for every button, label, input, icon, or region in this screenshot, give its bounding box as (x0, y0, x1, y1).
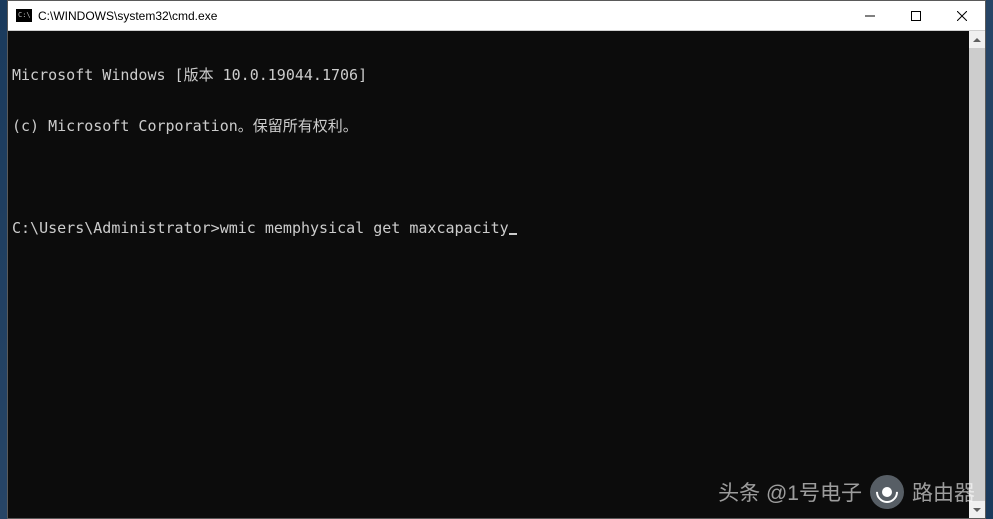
banner-line-1: Microsoft Windows [版本 10.0.19044.1706] (12, 67, 981, 84)
cmd-window: C:\ C:\WINDOWS\system32\cmd.exe Microsof… (7, 0, 986, 519)
close-icon (957, 11, 967, 21)
titlebar[interactable]: C:\ C:\WINDOWS\system32\cmd.exe (8, 1, 985, 31)
window-title: C:\WINDOWS\system32\cmd.exe (38, 9, 847, 23)
minimize-icon (865, 11, 875, 21)
scrollbar-thumb[interactable] (969, 48, 985, 501)
vertical-scrollbar[interactable] (969, 31, 985, 518)
minimize-button[interactable] (847, 1, 893, 30)
blank-line (12, 169, 981, 186)
cmd-icon: C:\ (16, 9, 32, 22)
window-controls (847, 1, 985, 30)
close-button[interactable] (939, 1, 985, 30)
cursor (509, 233, 517, 235)
scroll-up-button[interactable] (969, 31, 985, 48)
maximize-icon (911, 11, 921, 21)
watermark: 头条 @1号电子 路由器 (718, 475, 975, 509)
watermark-badge-icon (870, 475, 904, 509)
watermark-badge-label: 路由器 (912, 477, 975, 507)
cmd-icon-glyph: C:\ (18, 12, 31, 19)
prompt-line: C:\Users\Administrator>wmic memphysical … (12, 220, 981, 237)
scrollbar-track[interactable] (969, 48, 985, 501)
maximize-button[interactable] (893, 1, 939, 30)
banner-line-2: (c) Microsoft Corporation。保留所有权利。 (12, 118, 981, 135)
prompt: C:\Users\Administrator> (12, 220, 220, 237)
typed-command: wmic memphysical get maxcapacity (220, 220, 509, 237)
chevron-up-icon (973, 38, 981, 42)
terminal-output[interactable]: Microsoft Windows [版本 10.0.19044.1706] (… (8, 31, 985, 518)
watermark-text-1: 头条 @1号电子 (718, 477, 862, 507)
